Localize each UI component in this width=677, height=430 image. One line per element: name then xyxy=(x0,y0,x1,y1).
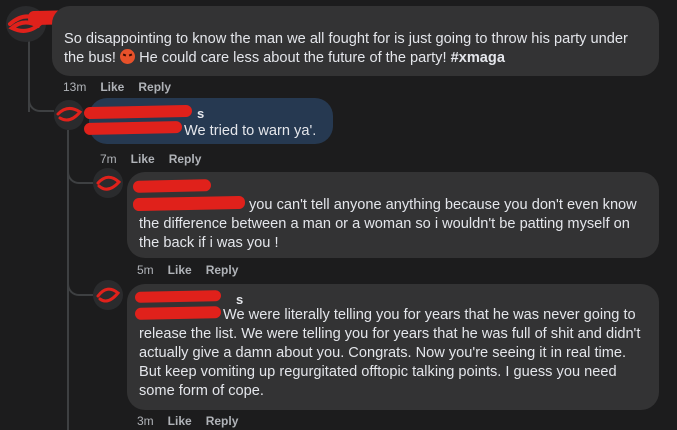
comment-bubble-2: s We tried to warn ya'. xyxy=(89,98,333,144)
comment-4-timestamp[interactable]: 3m xyxy=(137,414,154,428)
comment-2-actions: 7m Like Reply xyxy=(100,152,201,166)
comment-3-actions: 5m Like Reply xyxy=(137,263,238,277)
author-name-redaction xyxy=(83,120,183,136)
thread-elbow-reply-3 xyxy=(67,276,93,296)
comment-1-actions: 13m Like Reply xyxy=(63,80,171,94)
comment-2-timestamp[interactable]: 7m xyxy=(100,152,117,166)
comment-1-reply-button[interactable]: Reply xyxy=(138,80,171,94)
author-name-redaction xyxy=(134,306,222,320)
avatar-comment-2[interactable] xyxy=(54,100,84,130)
comment-1-like-button[interactable]: Like xyxy=(100,80,124,94)
avatar-redaction-scribble xyxy=(56,107,83,122)
comment-3-reply-button[interactable]: Reply xyxy=(206,263,239,277)
angry-face-emoji-icon xyxy=(120,49,135,64)
avatar-redaction-scribble xyxy=(96,175,122,191)
comment-2-text: We tried to warn ya'. xyxy=(184,123,317,139)
author-name-redaction xyxy=(132,179,212,193)
author-name-redaction xyxy=(83,104,193,120)
comment-1-timestamp[interactable]: 13m xyxy=(63,80,86,94)
hashtag-link[interactable]: #xmaga xyxy=(451,50,505,66)
comment-bubble-1: So disappointing to know the man we all … xyxy=(52,6,659,76)
author-name-redaction xyxy=(132,195,246,212)
comment-1-text-cont: He could care less about the future of t… xyxy=(139,50,447,66)
comment-4-actions: 3m Like Reply xyxy=(137,414,238,428)
thread-elbow-reply-2 xyxy=(67,164,93,184)
comment-2-reply-button[interactable]: Reply xyxy=(169,152,202,166)
author-name-visible-fragment: s xyxy=(236,292,244,307)
comment-4-reply-button[interactable]: Reply xyxy=(206,414,239,428)
avatar-comment-3[interactable] xyxy=(93,168,123,198)
comment-bubble-4: s We were literally telling you for year… xyxy=(127,284,659,410)
comment-4-text: We were literally telling you for years … xyxy=(139,307,641,399)
author-name-redaction xyxy=(134,290,222,303)
avatar-redaction-scribble xyxy=(96,287,121,303)
comment-2-like-button[interactable]: Like xyxy=(131,152,155,166)
comment-4-like-button[interactable]: Like xyxy=(168,414,192,428)
author-name-visible-fragment: s xyxy=(197,106,205,121)
thread-elbow-reply-1 xyxy=(28,90,54,112)
comment-3-like-button[interactable]: Like xyxy=(168,263,192,277)
avatar-comment-4[interactable] xyxy=(93,280,123,310)
comment-3-timestamp[interactable]: 5m xyxy=(137,263,154,277)
